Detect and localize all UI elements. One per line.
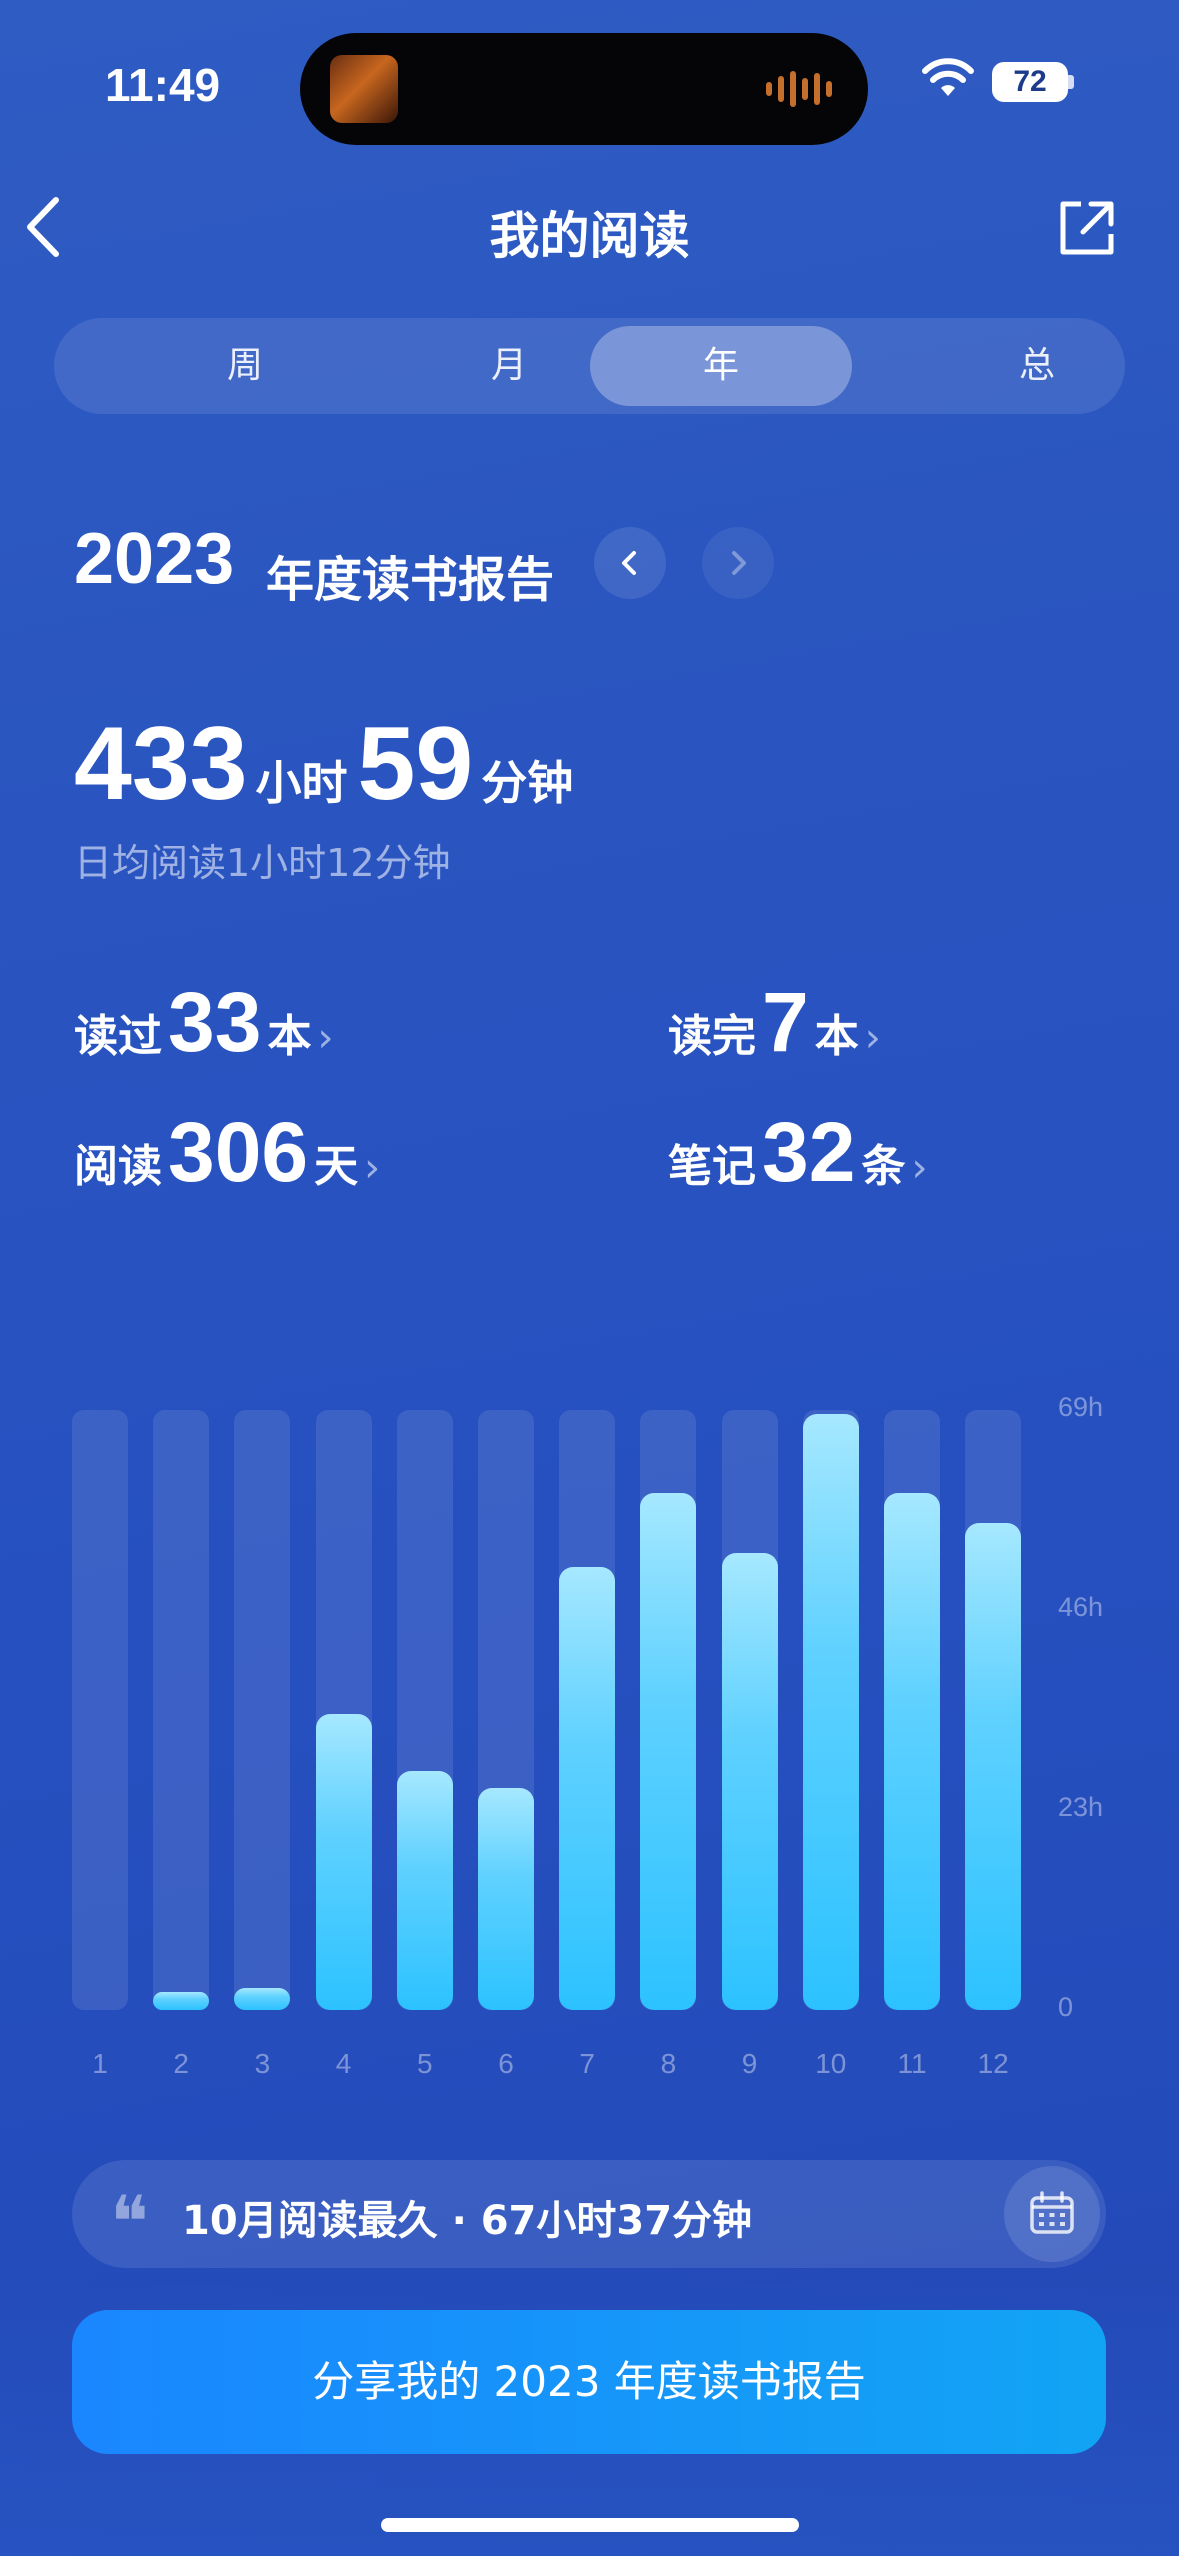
y-tick-label: 0 (1058, 1992, 1074, 2022)
bar-month-5[interactable] (396, 1770, 453, 2010)
now-playing-artwork (330, 55, 398, 123)
stat-unit: 天 (314, 1141, 359, 1192)
stat-unit: 本 (267, 1011, 312, 1062)
x-tick-label: 6 (498, 2048, 514, 2079)
stat-label: 读完 (668, 1011, 756, 1062)
report-label: 年度读书报告 (266, 552, 555, 608)
stat-unit: 条 (861, 1141, 906, 1192)
bar-track (802, 1410, 859, 2010)
x-tick-label: 2 (173, 2048, 189, 2079)
minutes-unit: 分钟 (481, 756, 574, 810)
bar-track (153, 1410, 210, 2010)
stat-value: 7 (762, 975, 809, 1069)
x-tick-label: 10 (815, 2048, 847, 2079)
x-tick-label: 3 (254, 2048, 271, 2079)
x-tick-label: 1 (92, 2048, 108, 2079)
next-year-button[interactable] (702, 527, 774, 599)
chevron-right-icon: › (864, 1015, 881, 1061)
tab-week[interactable]: 周 (114, 326, 376, 406)
y-tick-label: 46h (1058, 1592, 1104, 1622)
page-title: 我的阅读 (489, 207, 690, 265)
bar-track (396, 1410, 453, 2010)
calendar-icon (1030, 2191, 1074, 2234)
bar-track (478, 1410, 534, 2010)
tab-total[interactable]: 总 (906, 326, 1168, 406)
quote-icon: ❝ (110, 2180, 149, 2264)
summary-pill: ❝ 10月阅读最久 · 67小时37分钟 (72, 2160, 1106, 2268)
bar-month-2[interactable] (153, 1992, 210, 2010)
bar-track (721, 1410, 778, 2010)
stat-unit: 本 (814, 1011, 859, 1062)
report-year: 2023 (74, 519, 235, 599)
x-tick-label: 11 (897, 2048, 927, 2079)
bar-month-3[interactable] (234, 1988, 291, 2010)
calendar-button[interactable] (1004, 2166, 1100, 2262)
bar-track (559, 1410, 616, 2010)
bar-track (234, 1410, 291, 2010)
total-hours: 433 (74, 706, 248, 822)
audio-wave-icon (766, 69, 832, 109)
stat-reading-days[interactable]: 阅读 306 天 › (74, 1110, 380, 1194)
stat-label: 阅读 (74, 1141, 162, 1192)
bar-month-9[interactable] (721, 1553, 778, 2010)
chevron-right-icon: › (364, 1145, 381, 1191)
bar-month-10[interactable] (802, 1414, 859, 2010)
hours-unit: 小时 (255, 756, 348, 810)
prev-year-button[interactable] (594, 527, 666, 599)
stat-value: 33 (168, 975, 262, 1069)
stat-value: 32 (762, 1105, 856, 1199)
bar-month-11[interactable] (884, 1492, 940, 2010)
x-tick-label: 4 (335, 2048, 352, 2079)
x-tick-label: 8 (660, 2048, 677, 2079)
home-indicator[interactable] (381, 2518, 799, 2532)
x-tick-label: 7 (579, 2048, 595, 2079)
daily-average: 日均阅读1小时12分钟 (74, 841, 451, 885)
period-segmented-control: 周 月 年 总 (54, 318, 1125, 414)
stat-label: 笔记 (668, 1141, 756, 1192)
y-tick-label: 69h (1058, 1392, 1104, 1422)
summary-text: 10月阅读最久 · 67小时37分钟 (182, 2198, 753, 2244)
stat-books-read[interactable]: 读过 33 本 › (74, 980, 333, 1064)
bar-month-7[interactable] (559, 1566, 616, 2010)
y-tick-label: 23h (1058, 1792, 1104, 1822)
chevron-right-icon: › (317, 1015, 334, 1061)
bar-track (72, 1410, 128, 2010)
dynamic-island[interactable] (300, 33, 868, 145)
bar-track (884, 1410, 940, 2010)
chevron-right-icon: › (911, 1145, 928, 1191)
share-out-icon[interactable] (1055, 196, 1119, 260)
bar-month-8[interactable] (640, 1492, 697, 2010)
prev-icon (622, 551, 636, 575)
status-time: 11:49 (105, 59, 221, 111)
stat-notes[interactable]: 笔记 32 条 › (668, 1110, 927, 1194)
share-report-button[interactable]: 分享我的 2023 年度读书报告 (72, 2310, 1106, 2454)
x-tick-label: 5 (417, 2048, 433, 2079)
bar-track (965, 1410, 1022, 2010)
bar-track (315, 1410, 372, 2010)
stat-label: 读过 (74, 1011, 162, 1062)
x-tick-label: 12 (977, 2048, 1009, 2079)
battery-nub (1068, 75, 1074, 89)
bar-month-12[interactable] (965, 1523, 1022, 2010)
battery-indicator: 72 (992, 62, 1068, 102)
total-minutes: 59 (357, 706, 474, 822)
wifi-icon (922, 58, 974, 96)
bar-month-6[interactable] (478, 1788, 534, 2010)
x-tick-label: 9 (741, 2048, 758, 2079)
stat-value: 306 (168, 1105, 309, 1199)
bar-month-4[interactable] (315, 1714, 372, 2010)
stat-books-finished[interactable]: 读完 7 本 › (668, 980, 881, 1064)
next-icon (732, 551, 746, 575)
tab-year[interactable]: 年 (590, 326, 852, 406)
total-time: 433 小时 59 分钟 (74, 712, 573, 816)
bar-track (640, 1410, 697, 2010)
